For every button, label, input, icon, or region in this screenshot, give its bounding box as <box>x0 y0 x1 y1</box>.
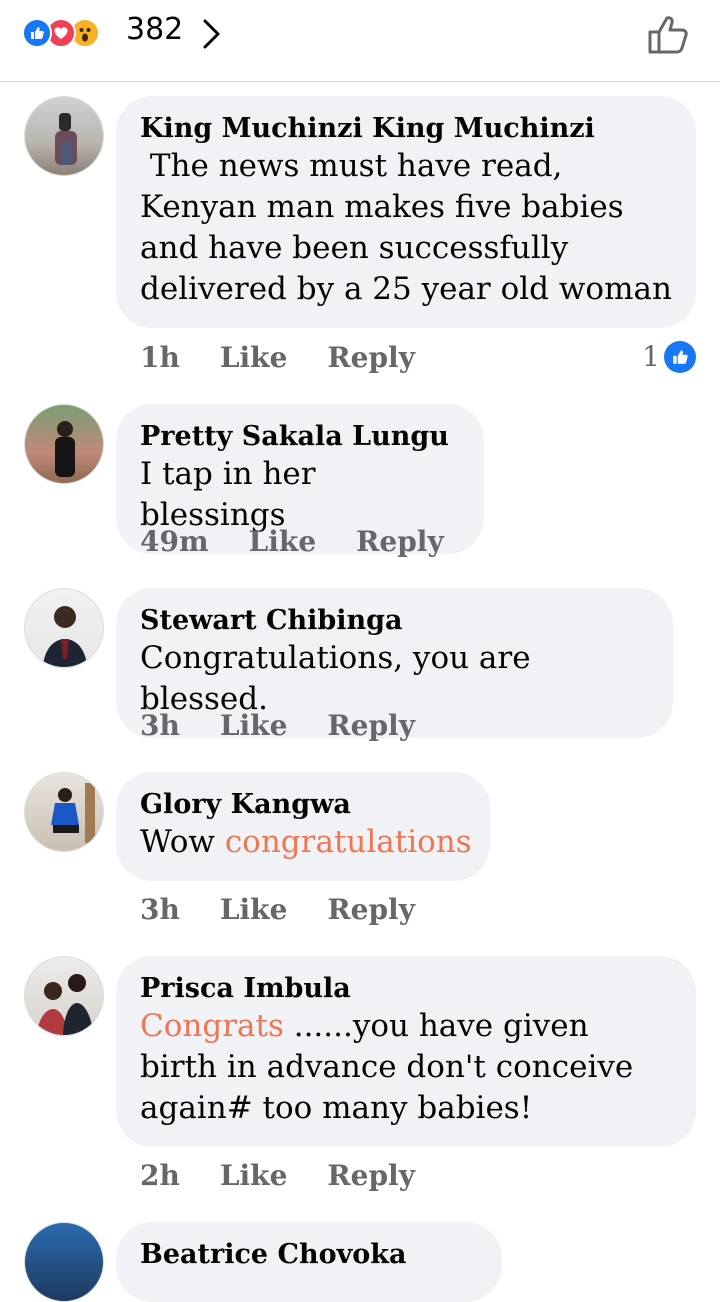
comment-actions: 2h Like Reply <box>140 1158 415 1194</box>
comment-actions: 49m Like Reply <box>140 524 444 560</box>
comment-time: 49m <box>140 525 209 558</box>
comment-text-plain: Wow <box>140 824 225 860</box>
comment-reaction-count[interactable]: 1 <box>642 340 696 373</box>
avatar[interactable] <box>24 404 104 484</box>
comment-author[interactable]: King Muchinzi King Muchinzi <box>140 112 672 146</box>
comment-bubble: Beatrice Chovoka <box>116 1222 502 1302</box>
comment-bubble: Prisca Imbula Congrats ......you have gi… <box>116 956 696 1147</box>
reply-button[interactable]: Reply <box>327 708 415 744</box>
like-icon <box>22 18 52 48</box>
reply-button[interactable]: Reply <box>327 892 415 928</box>
comment-text: The news must have read, Kenyan man make… <box>140 148 672 307</box>
comment-time: 3h <box>140 709 180 742</box>
reaction-count[interactable]: 382 <box>126 12 183 47</box>
chevron-right-icon[interactable] <box>200 18 224 50</box>
comment-author[interactable]: Beatrice Chovoka <box>140 1238 478 1272</box>
comment-bubble: King Muchinzi King Muchinzi The news mus… <box>116 96 696 328</box>
reply-button[interactable]: Reply <box>327 1158 415 1194</box>
reactions-header: 382 <box>0 0 720 82</box>
reaction-summary[interactable] <box>22 16 100 50</box>
avatar[interactable] <box>24 588 104 668</box>
like-button[interactable]: Like <box>220 892 288 928</box>
like-button[interactable]: Like <box>220 340 288 376</box>
comment-author[interactable]: Glory Kangwa <box>140 788 466 822</box>
comment-author[interactable]: Stewart Chibinga <box>140 604 649 638</box>
reply-button[interactable]: Reply <box>327 340 415 376</box>
comment-time: 2h <box>140 1159 180 1192</box>
comment-actions: 3h Like Reply <box>140 708 415 744</box>
comment-author[interactable]: Pretty Sakala Lungu <box>140 420 460 454</box>
comment-actions: 1h Like Reply <box>140 340 415 376</box>
like-button[interactable]: Like <box>220 708 288 744</box>
avatar[interactable] <box>24 96 104 176</box>
reaction-number: 1 <box>642 340 660 373</box>
comment-author[interactable]: Prisca Imbula <box>140 972 672 1006</box>
comment-actions: 3h Like Reply <box>140 892 415 928</box>
highlighted-text[interactable]: congratulations <box>225 824 472 860</box>
comment-text: Wow congratulations <box>140 822 472 863</box>
highlighted-text[interactable]: Congrats <box>140 1008 284 1044</box>
avatar[interactable] <box>24 772 104 852</box>
avatar[interactable] <box>24 1222 104 1302</box>
reply-button[interactable]: Reply <box>356 524 444 560</box>
like-icon <box>664 340 696 373</box>
like-outline-icon[interactable] <box>644 12 692 56</box>
comment-time: 1h <box>140 341 180 374</box>
comment-bubble: Glory Kangwa Wow congratulations <box>116 772 490 881</box>
comment-text: Congrats ......you have given birth in a… <box>140 1006 672 1129</box>
like-button[interactable]: Like <box>220 1158 288 1194</box>
avatar[interactable] <box>24 956 104 1036</box>
like-button[interactable]: Like <box>249 524 317 560</box>
comment-time: 3h <box>140 893 180 926</box>
